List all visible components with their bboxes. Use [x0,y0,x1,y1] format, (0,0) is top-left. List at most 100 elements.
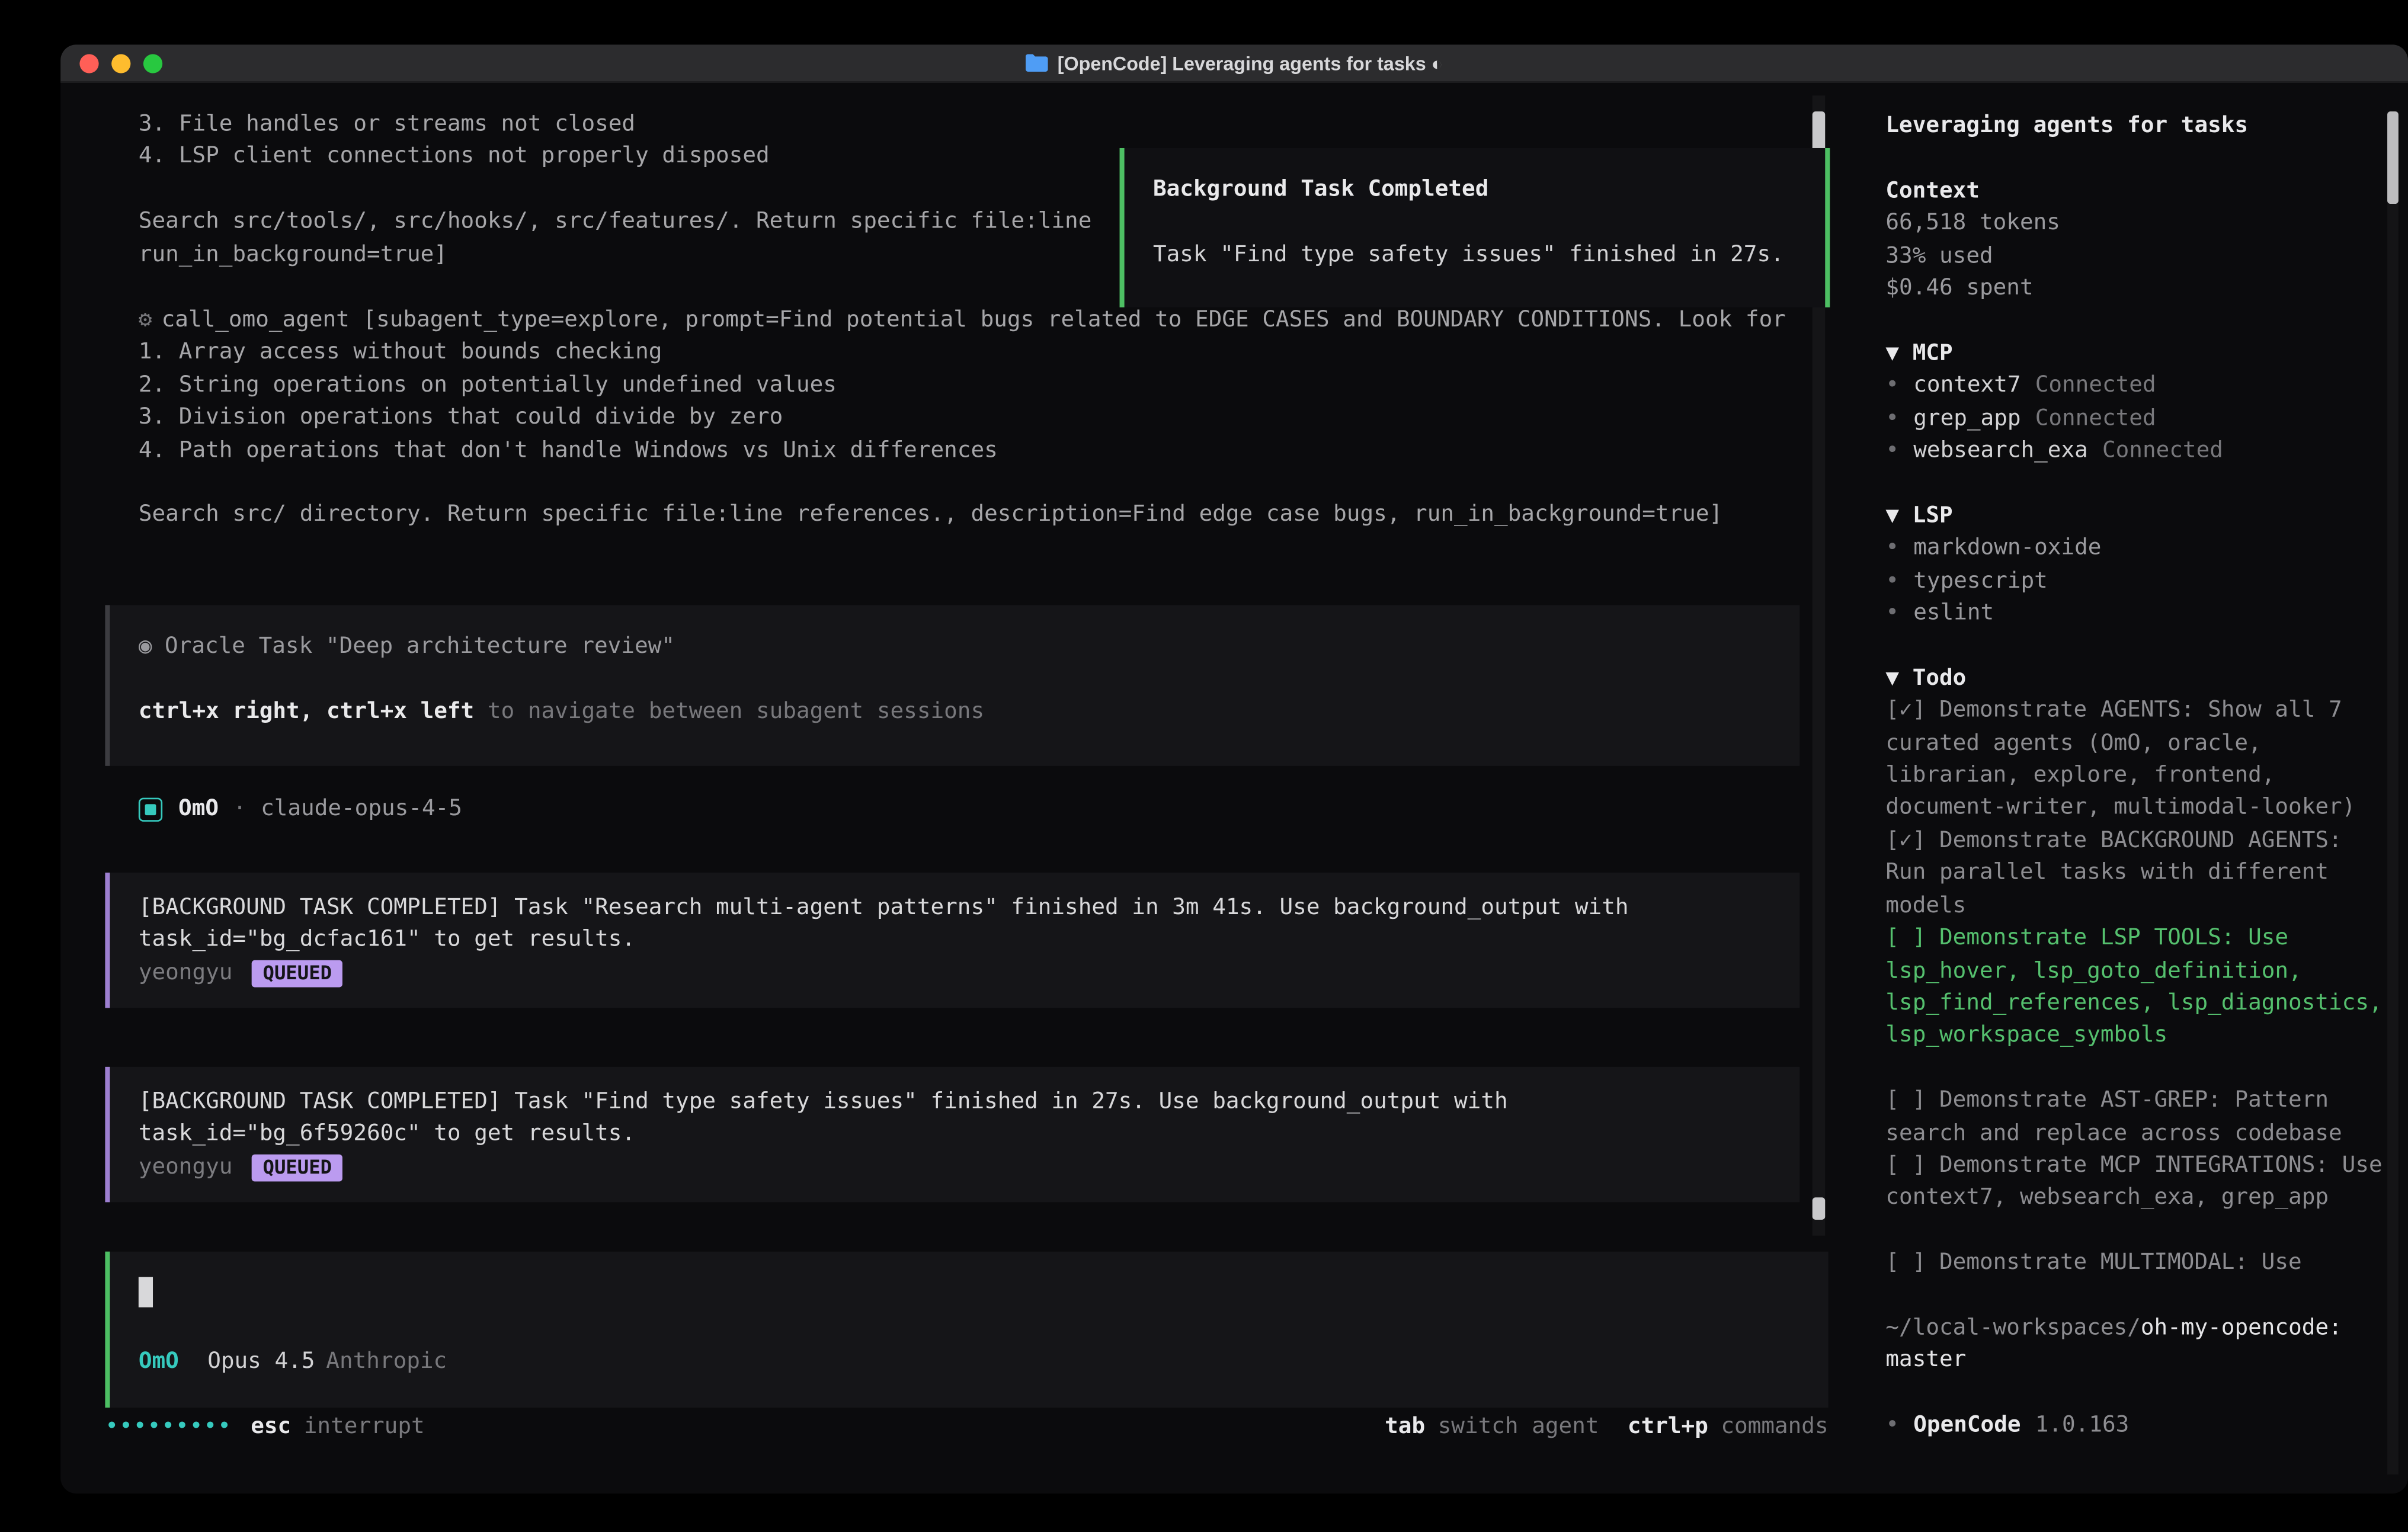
window-title: [OpenCode] Leveraging agents for tasks ◐ [1058,52,1443,74]
message-text: task_id="bg_dcfac161" to get results. [139,924,1771,957]
active-agent-label: OmO [139,1345,179,1378]
agent-icon [139,798,162,822]
app-version-line: • OpenCode 1.0.163 [1885,1409,2408,1442]
workspace-branch: master [1885,1344,2408,1377]
ctrlp-key-hint: ctrl+p [1628,1411,1708,1443]
hint-keys: ctrl+x right, ctrl+x left [139,698,474,724]
todo-item: [ ] Demonstrate MCP INTEGRATIONS: Use co… [1885,1149,2388,1214]
background-task-toast[interactable]: Background Task Completed Task "Find typ… [1120,148,1830,307]
window-titlebar[interactable]: [OpenCode] Leveraging agents for tasks ◐ [60,44,2408,83]
queued-badge: QUEUED [252,1153,343,1181]
terminal-line: 4. Path operations that don't handle Win… [139,434,1786,467]
bullet-icon: • [1885,536,1899,561]
tab-key-hint: tab [1385,1411,1425,1443]
active-model-label: Opus 4.5 [207,1345,315,1378]
lsp-item: •typescript [1885,565,2408,597]
mcp-section-heading[interactable]: ▼ MCP [1885,337,2408,370]
queued-badge: QUEUED [252,959,343,986]
terminal-line [139,467,1786,499]
message-author: yeongyu [139,1151,233,1184]
fisheye-icon: ◉ [139,634,152,659]
terminal-window: [OpenCode] Leveraging agents for tasks ◐… [60,44,2408,1493]
terminal-line: 1. Array access without bounds checking [139,336,1786,369]
window-title-wrap: [OpenCode] Leveraging agents for tasks ◐ [1026,52,1443,74]
spinner-dots: ••••••••• [105,1411,232,1443]
bullet-icon: • [1885,438,1899,463]
message-meta: yeongyu QUEUED [139,1151,1771,1184]
session-sidebar: Leveraging agents for tasks Context 66,5… [1859,83,2408,1492]
terminal-line: ⚙call_omo_agent [subagent_type=explore, … [139,304,1786,336]
lsp-item: •markdown-oxide [1885,532,2408,565]
lsp-item: •eslint [1885,597,2408,630]
mcp-item: •context7Connected [1885,370,2408,402]
scrollbar-thumb[interactable] [1813,1197,1826,1220]
message-card: [BACKGROUND TASK COMPLETED] Task "Resear… [105,873,1799,1008]
terminal-line: run_in_background=true] [139,238,1092,271]
mcp-item: •websearch_exaConnected [1885,435,2408,467]
message-meta: yeongyu QUEUED [139,957,1771,989]
esc-key-label: interrupt [304,1411,425,1443]
todo-item: [✓] Demonstrate BACKGROUND AGENTS: Run p… [1885,825,2388,922]
terminal-line: 2. String operations on potentially unde… [139,369,1786,402]
toast-title: Background Task Completed [1153,174,1797,206]
status-bar: ••••••••• esc interrupt tab switch agent… [105,1411,1828,1443]
oracle-task-panel[interactable]: ◉Oracle Task "Deep architecture review" … [105,605,1799,765]
bullet-icon: • [1885,600,1899,626]
sidebar-scrollbar[interactable] [2387,111,2399,1475]
terminal-line: 4. LSP client connections not properly d… [139,141,1092,174]
agent-name: OmO [178,793,219,826]
scrollbar-thumb[interactable] [2387,111,2399,204]
context-spent: $0.46 spent [1885,273,2408,305]
folder-icon [1026,54,1048,72]
oracle-task-title-line: ◉ Oracle Task "Deep architecture review" [139,630,1771,663]
terminal-line: 3. Division operations that could divide… [139,402,1786,434]
bullet-icon: • [1885,373,1899,399]
message-card: [BACKGROUND TASK COMPLETED] Task "Find t… [105,1067,1799,1203]
prompt-input[interactable]: OmO Opus 4.5 Anthropic [105,1252,1828,1408]
status-shortcuts: tab switch agent ctrl+p commands [1385,1411,1828,1443]
bullet-icon: • [1885,405,1899,431]
gear-icon: ⚙ [139,307,152,333]
separator-dot: · [233,793,246,826]
message-text: task_id="bg_6f59260c" to get results. [139,1118,1771,1151]
chat-main-area[interactable]: 3. File handles or streams not closed 4.… [60,83,1859,1492]
todo-section-heading[interactable]: ▼ Todo [1885,662,2408,695]
message-text: [BACKGROUND TASK COMPLETED] Task "Resear… [139,892,1771,924]
todo-item: [ ] Demonstrate AST-GREP: Pattern search… [1885,1085,2388,1150]
lsp-section-heading[interactable]: ▼ LSP [1885,500,2408,533]
bullet-icon: • [1885,1412,1899,1438]
agent-model: claude-opus-4-5 [261,793,462,826]
todo-item: [ ] Demonstrate LSP TOOLS: Use lsp_hover… [1885,922,2388,1052]
esc-key-hint: esc [251,1411,291,1443]
workspace-path: ~/local-workspaces/oh-my-opencode: [1885,1312,2388,1345]
ctrlp-key-label: commands [1721,1411,1828,1443]
terminal-line: Search src/tools/, src/hooks/, src/featu… [139,206,1092,238]
close-window-button[interactable] [79,54,98,73]
screen: [OpenCode] Leveraging agents for tasks ◐… [0,0,2408,1532]
navigation-hint: ctrl+x right, ctrl+x left to navigate be… [139,696,1771,728]
minimize-window-button[interactable] [111,54,130,73]
terminal-line: Search src/ directory. Return specific f… [139,499,1786,531]
todo-item: [ ] Demonstrate MULTIMODAL: Use [1885,1247,2388,1280]
traffic-lights [79,44,162,83]
provider-label: Anthropic [326,1345,447,1378]
message-text: [BACKGROUND TASK COMPLETED] Task "Find t… [139,1086,1771,1118]
zoom-window-button[interactable] [143,54,162,73]
app-version: 1.0.163 [2035,1412,2130,1438]
bullet-icon: • [1885,568,1899,594]
hint-text: to navigate between subagent sessions [474,698,984,724]
agent-header: OmO · claude-opus-4-5 [139,793,462,826]
session-title: Leveraging agents for tasks [1885,110,2388,142]
context-tokens: 66,518 tokens [1885,207,2408,240]
todo-item: [✓] Demonstrate AGENTS: Show all 7 curat… [1885,695,2388,825]
mcp-item: •grep_appConnected [1885,402,2408,435]
app-name: OpenCode [1913,1412,2020,1438]
toast-body: Task "Find type safety issues" finished … [1153,239,1797,271]
terminal-line: 3. File handles or streams not closed [139,108,1092,141]
tab-key-label: switch agent [1438,1411,1599,1443]
context-heading: Context [1885,175,2408,207]
oracle-task-title: Oracle Task "Deep architecture review" [165,634,675,659]
context-used: 33% used [1885,240,2408,273]
scrollback-text: 3. File handles or streams not closed 4.… [139,108,1092,271]
input-footer: OmO Opus 4.5 Anthropic [139,1345,1799,1378]
